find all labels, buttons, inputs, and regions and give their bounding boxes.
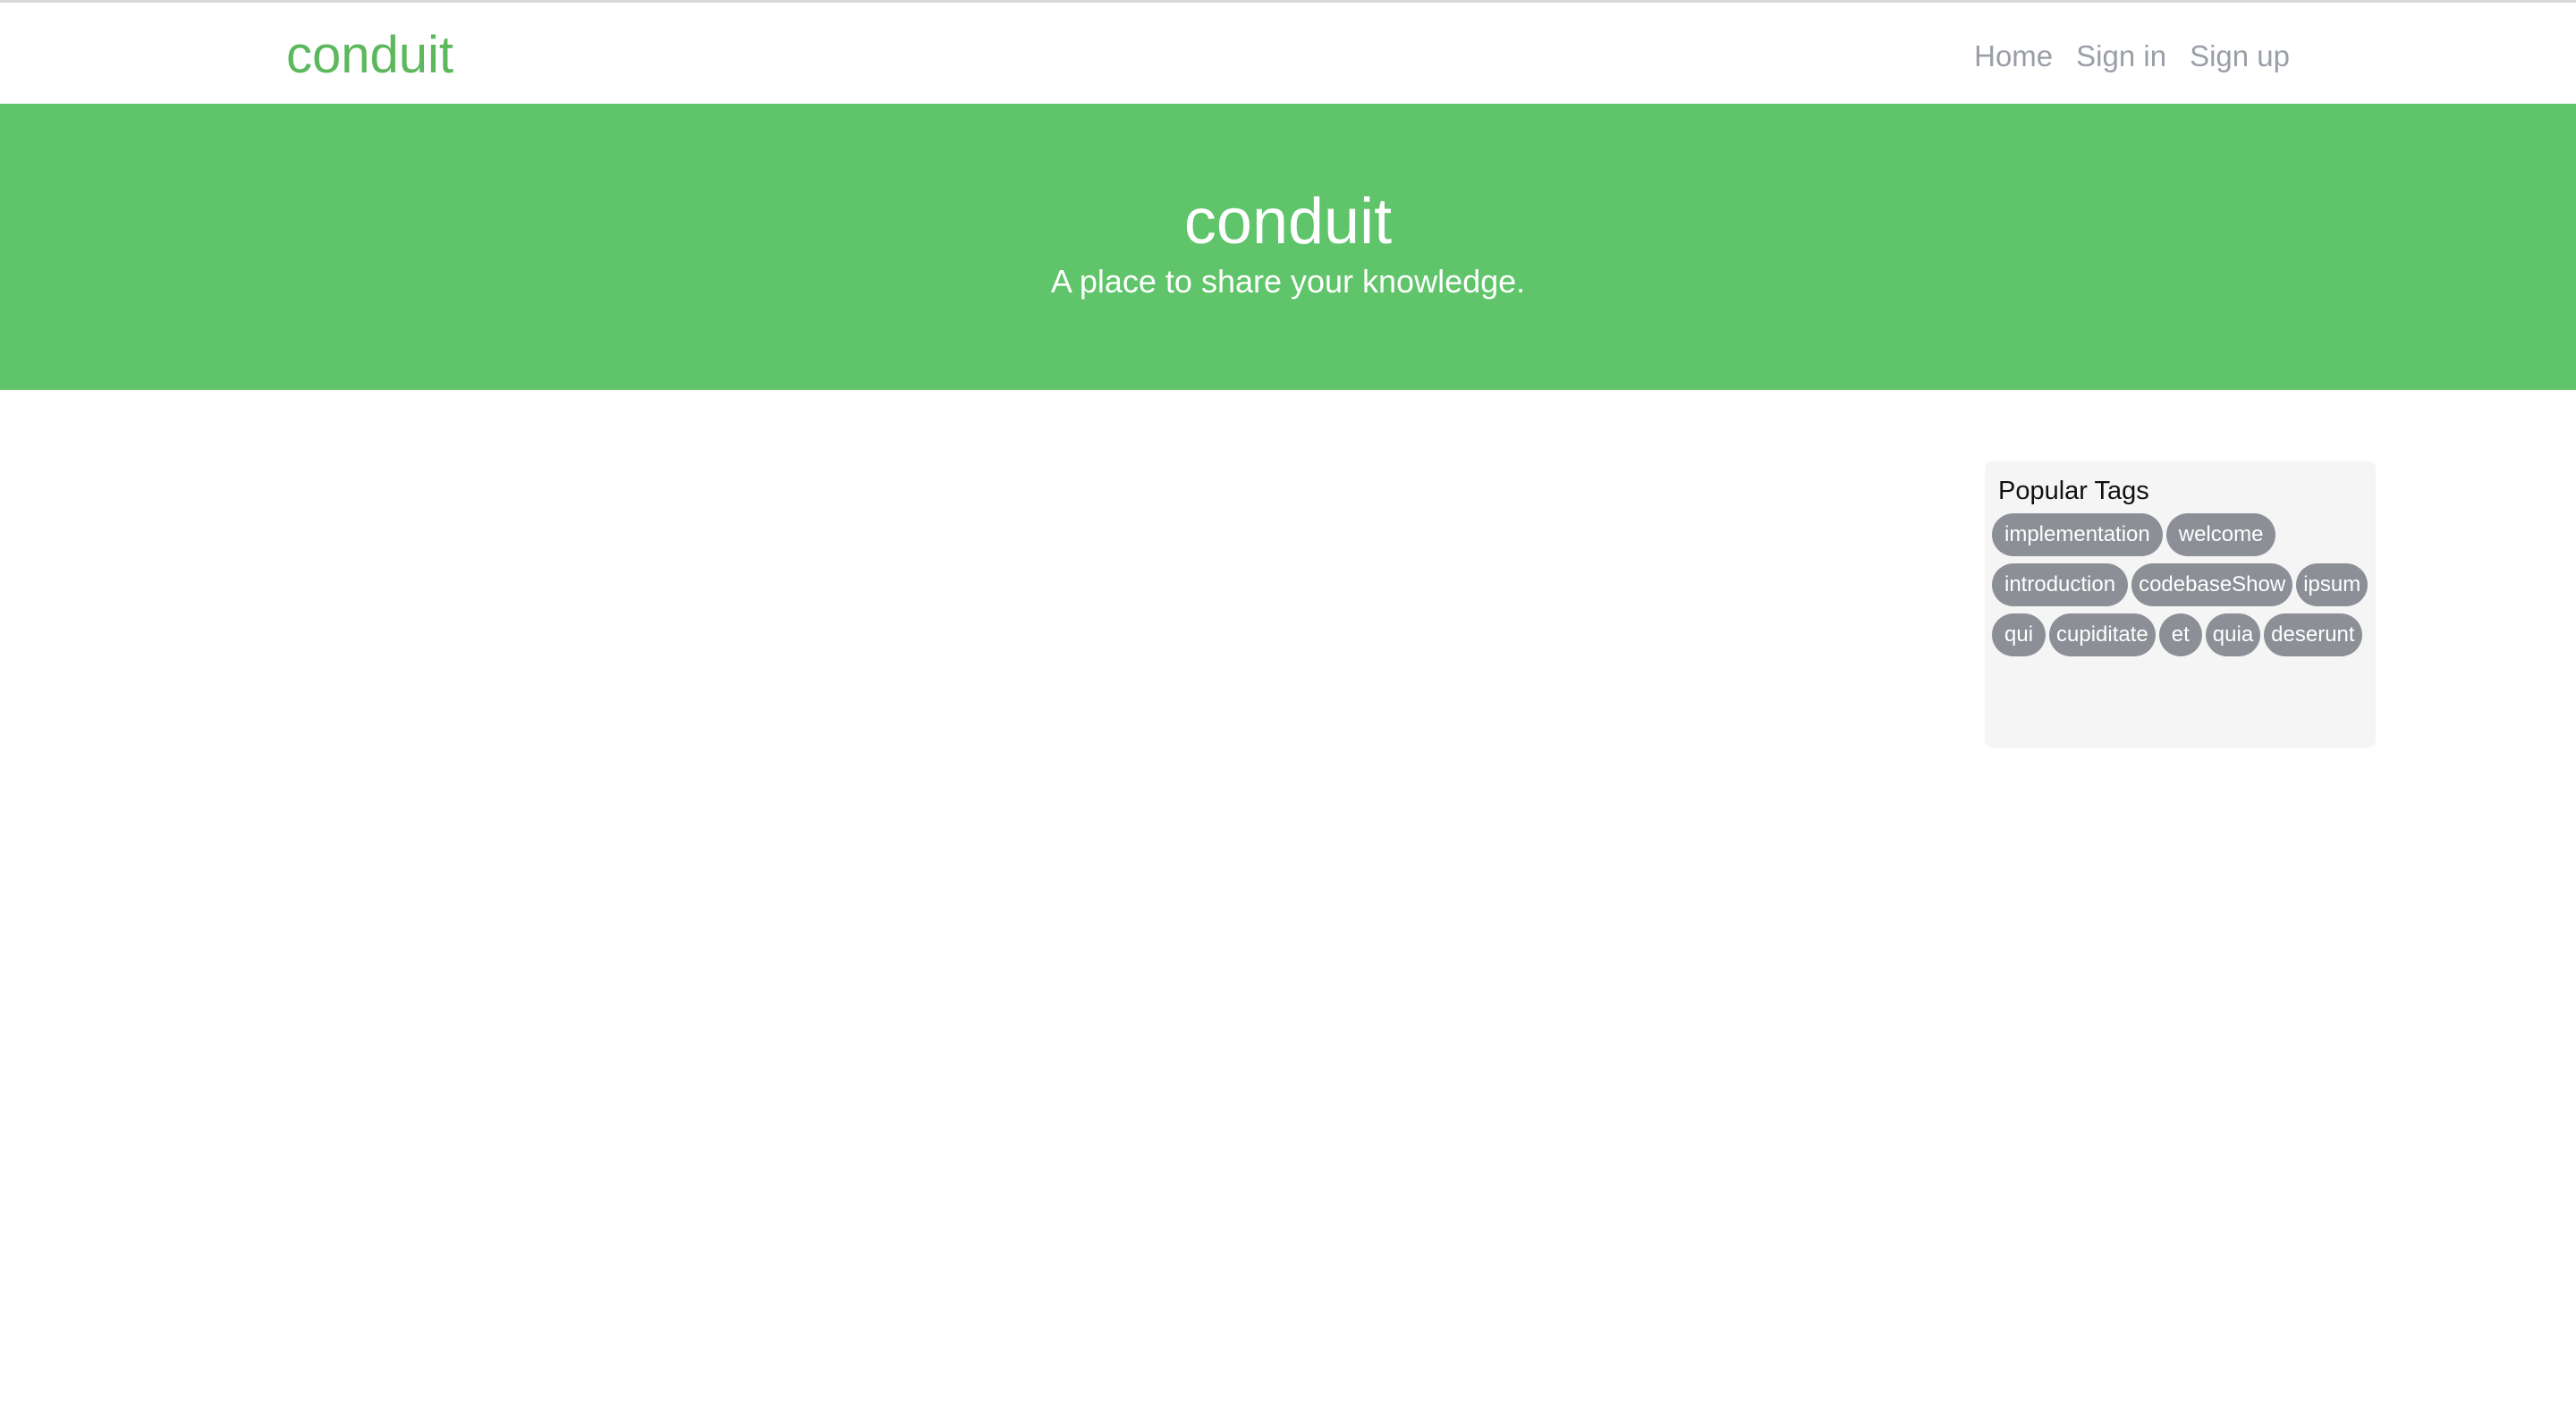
popular-tags-title: Popular Tags	[1998, 477, 2149, 505]
tag-pill-introduction[interactable]: introduction	[1992, 563, 2129, 606]
tag-pill-et[interactable]: et	[2158, 613, 2202, 656]
tag-pill-qui[interactable]: qui	[1992, 613, 2046, 656]
nav-sign-up-link[interactable]: Sign up	[2190, 35, 2290, 78]
tag-pill-quia[interactable]: quia	[2205, 613, 2261, 656]
popular-tags-sidebar: Popular Tags implementation welcome intr…	[1985, 461, 2376, 748]
navbar: conduit Home Sign in Sign up	[0, 3, 2576, 104]
tag-pill-welcome[interactable]: welcome	[2165, 513, 2276, 556]
banner-title: conduit	[1183, 186, 1393, 258]
tag-pill-ipsum[interactable]: ipsum	[2296, 563, 2368, 606]
tag-list: implementation welcome introduction code…	[1992, 513, 2377, 656]
hero-banner: conduit A place to share your knowledge.	[0, 104, 2576, 390]
tag-pill-codebaseshow[interactable]: codebaseShow	[2131, 563, 2293, 606]
tag-pill-cupiditate[interactable]: cupiditate	[2049, 613, 2156, 656]
nav-home-link[interactable]: Home	[1974, 35, 2053, 78]
nav-sign-in-link[interactable]: Sign in	[2076, 35, 2166, 78]
tag-pill-deserunt[interactable]: deserunt	[2264, 613, 2362, 656]
tag-pill-implementation[interactable]: implementation	[1992, 513, 2163, 556]
banner-subtitle: A place to share your knowledge.	[1050, 263, 1526, 300]
nav-links: Home Sign in Sign up	[1974, 35, 2290, 78]
brand-logo-link[interactable]: conduit	[286, 24, 453, 87]
